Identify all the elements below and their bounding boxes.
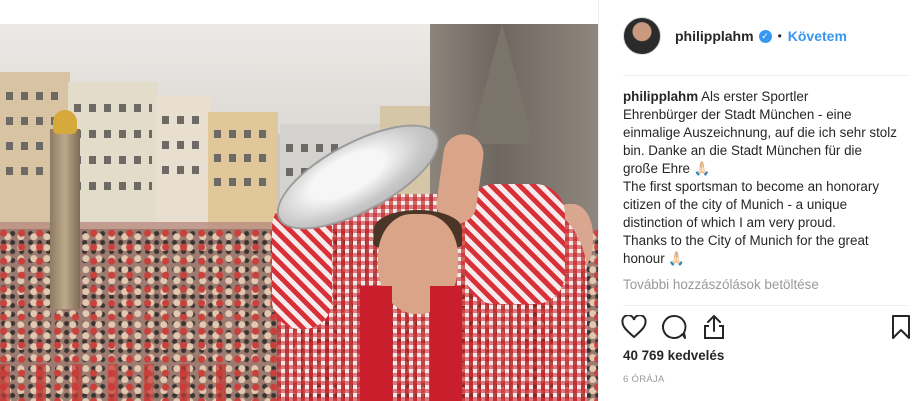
load-more-comments-link[interactable]: További hozzászólások betöltése bbox=[623, 277, 819, 292]
red-scarf bbox=[360, 286, 392, 401]
right-sleeve bbox=[465, 184, 565, 304]
mary-column bbox=[50, 129, 80, 309]
tower-spire bbox=[470, 24, 534, 144]
photo-building bbox=[68, 82, 158, 232]
photo-building bbox=[156, 96, 211, 231]
bookmark-icon[interactable] bbox=[887, 313, 914, 341]
likes-count[interactable]: 40 769 kedvelés bbox=[623, 348, 724, 363]
post-actions bbox=[620, 313, 914, 343]
golden-statue bbox=[53, 110, 77, 134]
photo-building bbox=[208, 112, 278, 230]
crowd-flags bbox=[0, 364, 240, 401]
share-icon[interactable] bbox=[700, 313, 728, 341]
post-caption: philipplahm Als erster Sportler Ehrenbür… bbox=[623, 88, 899, 268]
caption-text: Als erster Sportler Ehrenbürger der Stad… bbox=[623, 89, 897, 266]
header-username[interactable]: philipplahm bbox=[675, 28, 754, 44]
comment-icon[interactable] bbox=[660, 313, 688, 341]
actions-divider bbox=[623, 305, 908, 306]
red-scarf bbox=[430, 286, 462, 401]
caption-username[interactable]: philipplahm bbox=[623, 89, 698, 104]
heart-icon[interactable] bbox=[620, 313, 648, 341]
post-photo[interactable] bbox=[0, 24, 598, 401]
follow-button[interactable]: Követem bbox=[788, 28, 847, 44]
post-header: philipplahm ✓ • Követem bbox=[623, 16, 893, 56]
post-side-panel: philipplahm ✓ • Követem philipplahm Als … bbox=[598, 0, 914, 401]
post-timestamp[interactable]: 6 ÓRÁJA bbox=[623, 374, 665, 385]
avatar[interactable] bbox=[623, 17, 661, 55]
header-divider bbox=[623, 75, 908, 76]
verified-badge-icon: ✓ bbox=[758, 29, 772, 43]
header-separator: • bbox=[777, 29, 782, 43]
